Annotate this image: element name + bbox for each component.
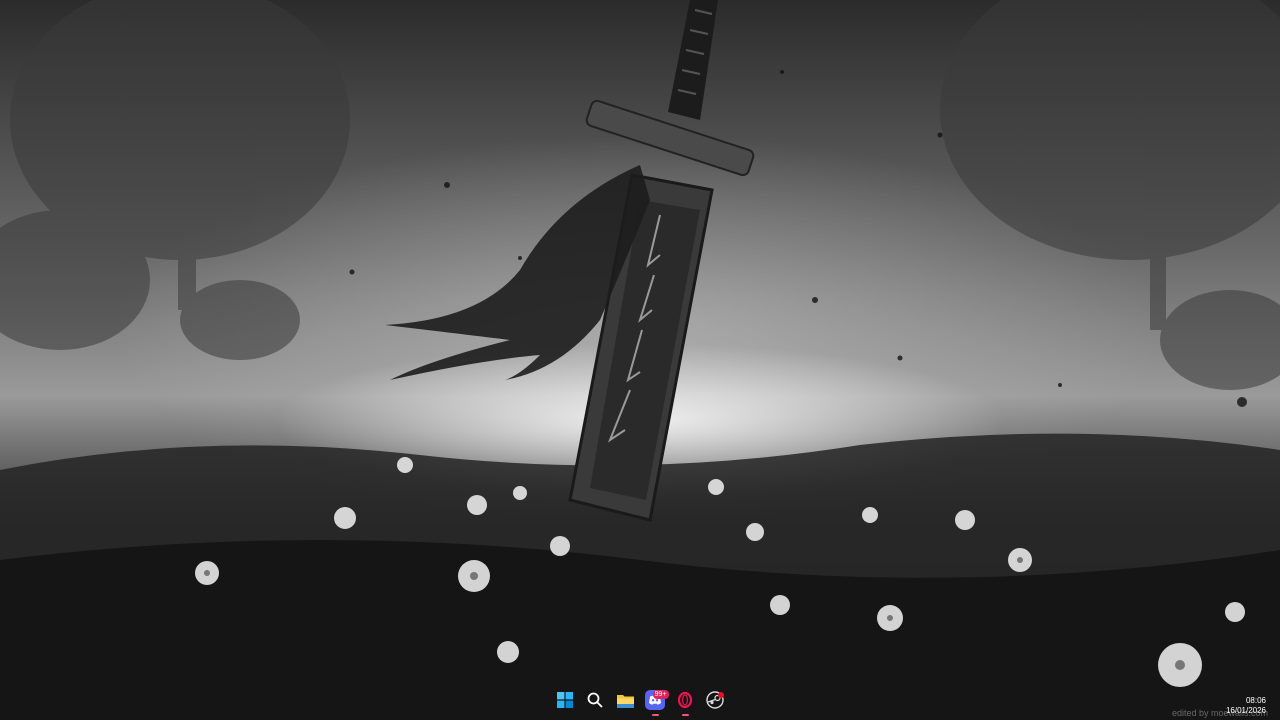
notification-dot [717,691,724,698]
running-indicator [681,713,689,716]
file-explorer-button[interactable] [611,688,640,717]
search-button[interactable] [581,688,610,717]
running-indicator [651,713,659,716]
clock-time: 08:06 [1245,696,1266,705]
start-button[interactable] [551,688,580,717]
opera-gx-icon [675,690,695,714]
clock-date: 16/01/2026 [1225,706,1266,715]
search-icon [587,692,603,712]
discord-button[interactable]: 99+ [641,688,670,717]
system-clock[interactable]: 08:06 16/01/2026 [1226,696,1266,716]
notification-badge: 99+ [652,689,669,699]
desktop-wallpaper [0,0,1280,720]
taskbar: 99+ [0,684,1280,720]
folder-icon [616,693,634,712]
opera-gx-button[interactable] [671,688,700,717]
windows-start-icon [557,692,573,712]
steam-button[interactable] [701,688,730,717]
wallpaper-art [0,0,1280,720]
